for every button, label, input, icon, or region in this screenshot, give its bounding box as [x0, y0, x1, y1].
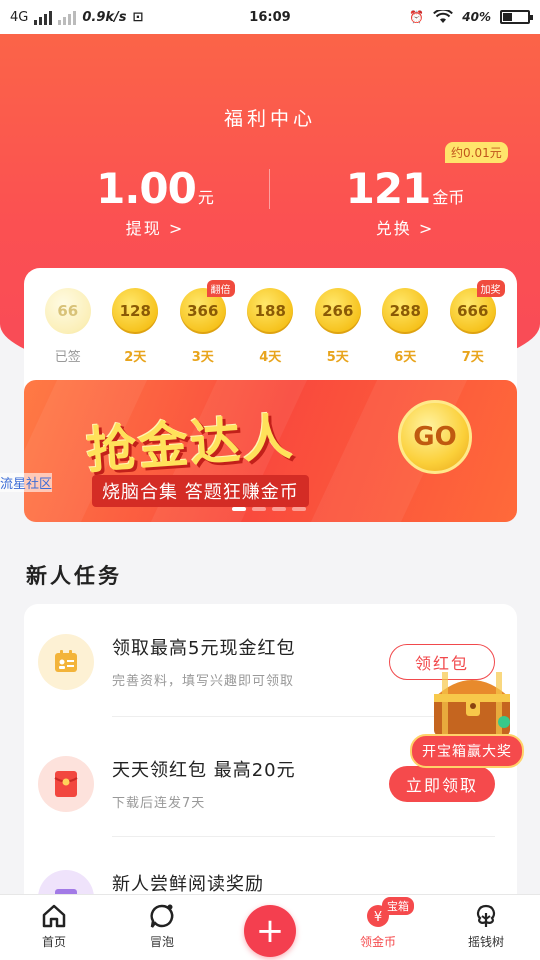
nav-label: 首页: [41, 935, 66, 949]
task-title: 天天领红包 最高20元: [112, 760, 296, 781]
signal-icon: [34, 9, 53, 25]
banner-pagination: [232, 507, 306, 511]
banner-subtitle: 烧脑合集 答题狂赚金币: [92, 475, 309, 507]
exchange-link[interactable]: 兑换 >: [270, 215, 540, 239]
bottom-navigation: 首页 冒泡 + ¥ 宝箱 领金币 摇钱树: [0, 894, 540, 960]
day-label: 4天: [259, 350, 282, 365]
welfare-center-screen: 4G 0.9k/s ⊡ 16:09 ⏰ 40% 福利中心 1.00 元 提现 > …: [0, 0, 540, 960]
day-label: 3天: [191, 350, 214, 365]
home-icon: [42, 904, 66, 928]
coin-rate-tag: 约0.01元: [445, 142, 508, 163]
coin-reward: 66: [44, 288, 91, 334]
day-badge: 加奖: [476, 280, 505, 297]
task-title: 新人尝鲜阅读奖励: [112, 874, 264, 895]
claim-now-button[interactable]: 立即领取: [389, 766, 495, 802]
day-label: 7天: [461, 350, 484, 365]
alarm-icon: ⏰: [409, 10, 425, 24]
day-label: 已签: [54, 350, 81, 365]
nav-earn-coins[interactable]: ¥ 宝箱 领金币: [324, 895, 432, 960]
withdraw-link[interactable]: 提现 >: [20, 215, 290, 239]
coin-amount: 121: [345, 164, 432, 213]
task-description: 完善资料，填写兴趣即可领取: [112, 674, 295, 689]
treasure-label: 开宝箱赢大奖: [410, 734, 524, 768]
coin-reward: 128: [112, 288, 159, 334]
coin-unit: 金币: [432, 188, 465, 207]
plus-icon: +: [244, 905, 296, 957]
task-title: 领取最高5元现金红包: [112, 638, 296, 659]
bubble-icon: [150, 904, 174, 928]
network-speed: 0.9k/s: [82, 9, 127, 25]
battery-icon: [500, 10, 533, 24]
money-tree-icon: [476, 904, 496, 927]
calendar-card-icon: [38, 634, 94, 690]
page-dot: [232, 507, 246, 511]
screenshot-icon: ⊡: [132, 9, 144, 25]
wifi-icon: [433, 10, 454, 23]
banner-title: 抢金达人: [84, 407, 297, 481]
cash-unit: 元: [197, 188, 214, 207]
cash-amount: 1.00: [96, 164, 197, 213]
checkin-day[interactable]: 128 2天: [102, 288, 170, 365]
go-button[interactable]: GO: [398, 400, 472, 474]
page-dot: [292, 507, 306, 511]
nav-label: 冒泡: [149, 935, 174, 949]
page-title: 福利中心: [223, 108, 316, 130]
task-divider: [112, 836, 495, 837]
status-bar: 4G 0.9k/s ⊡ 16:09 ⏰ 40%: [0, 0, 540, 34]
treasure-chest-icon: [434, 672, 510, 736]
checkin-day[interactable]: 188 4天: [237, 288, 305, 365]
treasure-chest-widget[interactable]: 开宝箱赢大奖: [410, 668, 528, 768]
nav-badge: 宝箱: [382, 897, 414, 915]
newbie-tasks-title: 新人任务: [26, 564, 122, 588]
status-left: 4G 0.9k/s ⊡: [10, 9, 143, 25]
nav-label: 摇钱树: [467, 935, 504, 949]
signal-secondary-icon: [58, 9, 77, 25]
watermark-text: 流星社区: [0, 473, 53, 492]
checkin-day[interactable]: 266 5天: [304, 288, 372, 365]
nav-home[interactable]: 首页: [0, 895, 108, 960]
checkin-day[interactable]: 66 已签: [34, 288, 102, 365]
checkin-day[interactable]: 288 6天: [372, 288, 440, 365]
nav-publish[interactable]: +: [216, 895, 324, 960]
red-envelope-icon: [38, 756, 94, 812]
nav-bubble[interactable]: 冒泡: [108, 895, 216, 960]
task-description: 下载后连发7天: [112, 796, 206, 811]
page-dot: [252, 507, 266, 511]
coin-balance: 121 金币 兑换 >: [270, 164, 540, 239]
day-label: 2天: [124, 350, 147, 365]
battery-percent: 40%: [462, 10, 491, 24]
page-dot: [272, 507, 286, 511]
nav-money-tree[interactable]: 摇钱树: [432, 895, 540, 960]
coin-reward: 288: [382, 288, 429, 334]
day-badge: 翻倍: [206, 280, 235, 297]
coin-reward: 266: [314, 288, 361, 334]
network-type: 4G: [10, 9, 29, 25]
nav-label: 领金币: [359, 935, 396, 949]
checkin-days: 66 已签 128 2天 366 翻倍 3天 188 4天 266 5天 288 6天 666 加奖 7天: [24, 280, 517, 365]
cash-balance: 1.00 元 提现 >: [20, 164, 290, 239]
svg-text:¥: ¥: [374, 910, 382, 925]
checkin-day[interactable]: 366 翻倍 3天: [169, 280, 237, 365]
status-right: ⏰ 40%: [409, 10, 533, 24]
quiz-banner[interactable]: 抢金达人 烧脑合集 答题狂赚金币 GO: [24, 380, 517, 522]
day-label: 5天: [326, 350, 349, 365]
checkin-day[interactable]: 666 加奖 7天: [439, 280, 507, 365]
day-label: 6天: [394, 350, 417, 365]
coin-reward: 188: [247, 288, 294, 334]
